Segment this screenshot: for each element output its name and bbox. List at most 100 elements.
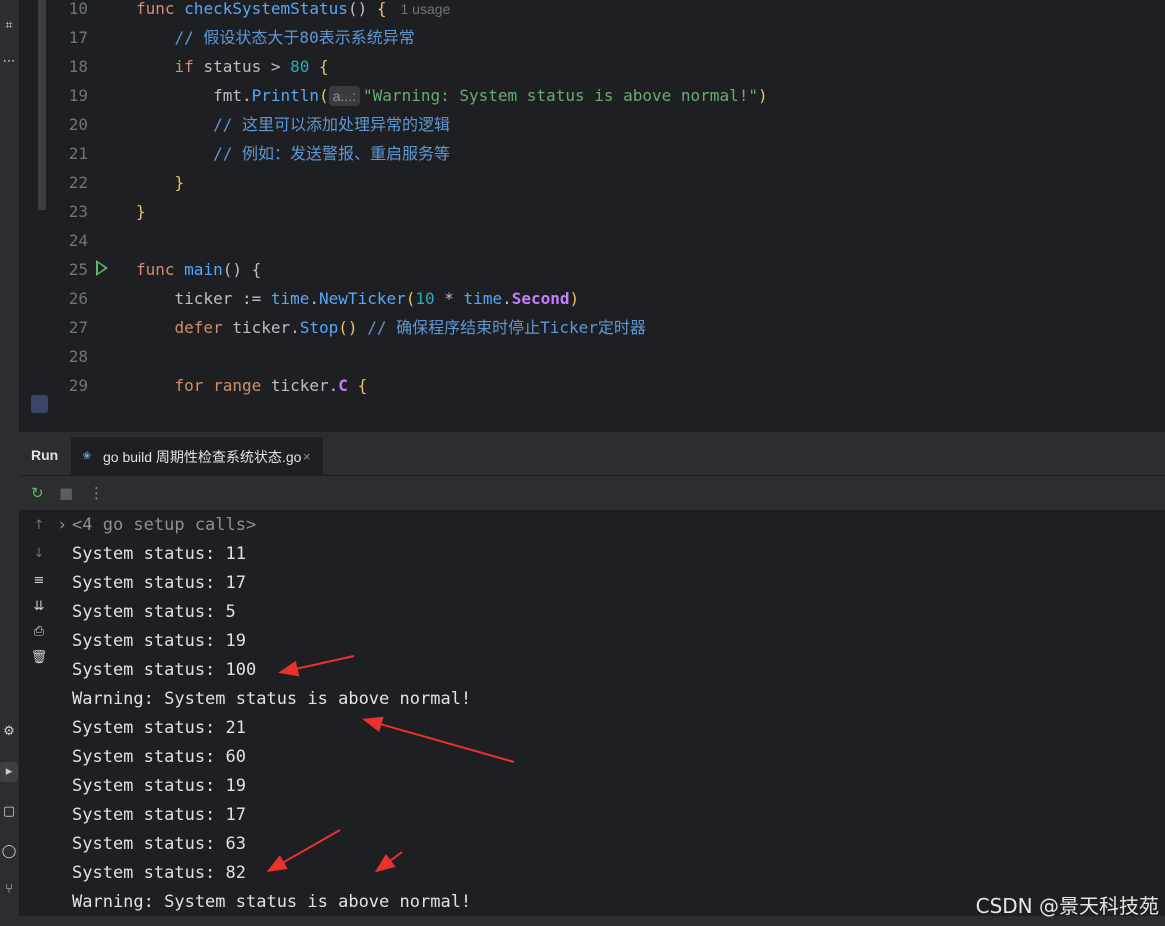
console-line: System status: 17 bbox=[72, 573, 246, 593]
git-icon[interactable]: ⑂ bbox=[0, 880, 18, 900]
more-icon[interactable]: ⋮ bbox=[89, 476, 104, 510]
structure-icon[interactable]: ⌗ bbox=[0, 16, 18, 36]
code-text: // 这里可以添加处理异常的逻辑 bbox=[136, 110, 450, 139]
code-text: } bbox=[136, 197, 146, 226]
code-token: status > bbox=[203, 57, 291, 76]
line-number[interactable]: 17 bbox=[48, 23, 88, 52]
console-line: System status: 5 bbox=[72, 602, 236, 622]
line-number[interactable]: 28 bbox=[48, 342, 88, 371]
line-number[interactable]: 22 bbox=[48, 168, 88, 197]
parameter-hint: a...: bbox=[328, 86, 361, 106]
code-text: ticker := time.NewTicker(10 * time.Secon… bbox=[136, 284, 580, 313]
code-token: 10 bbox=[415, 289, 435, 308]
code-token: checkSystemStatus bbox=[184, 0, 348, 18]
code-line[interactable]: 20 // 这里可以添加处理异常的逻辑 bbox=[48, 110, 1165, 139]
down-arrow-icon[interactable]: ↓ bbox=[29, 546, 49, 561]
caret-line-marker bbox=[31, 395, 48, 413]
editor-scrollbar[interactable] bbox=[38, 0, 46, 210]
activity-bar: ⌗ ⋯ ⚙ ▸ ▢ ◯ ⑂ bbox=[0, 0, 20, 926]
code-token: ( bbox=[319, 86, 329, 105]
code-token: ( bbox=[405, 289, 416, 308]
code-token: { bbox=[376, 0, 387, 18]
code-token: // 这里可以添加处理异常的逻辑 bbox=[136, 115, 450, 134]
code-line[interactable]: 28 bbox=[48, 342, 1165, 371]
console-line: System status: 21 bbox=[72, 718, 246, 738]
code-token: if bbox=[136, 57, 204, 76]
code-token: () bbox=[347, 0, 377, 18]
line-number[interactable]: 18 bbox=[48, 52, 88, 81]
console-line: Warning: System status is above normal! bbox=[72, 689, 472, 709]
rerun-icon[interactable]: ↻ bbox=[31, 476, 44, 510]
up-arrow-icon[interactable]: ↑ bbox=[29, 518, 49, 533]
console-line: System status: 100 bbox=[72, 660, 257, 680]
run-gutter-icon[interactable] bbox=[96, 260, 108, 276]
console-line: Warning: System status is above normal! bbox=[72, 892, 472, 912]
run-toolbar: ↻ ■ ⋮ bbox=[19, 476, 1165, 510]
code-token: time bbox=[463, 289, 503, 308]
code-token: * bbox=[434, 289, 464, 308]
code-line[interactable]: 17 // 假设状态大于80表示系统异常 bbox=[48, 23, 1165, 52]
print-icon[interactable]: ⎙ bbox=[29, 624, 49, 639]
code-token: ) bbox=[757, 86, 768, 105]
code-token: defer bbox=[136, 318, 233, 337]
line-number[interactable]: 27 bbox=[48, 313, 88, 342]
code-line[interactable]: 21 // 例如：发送警报、重启服务等 bbox=[48, 139, 1165, 168]
line-number[interactable]: 21 bbox=[48, 139, 88, 168]
code-line[interactable]: 29 for range ticker.C { bbox=[48, 371, 1165, 400]
line-number[interactable]: 23 bbox=[48, 197, 88, 226]
line-number[interactable]: 20 bbox=[48, 110, 88, 139]
stop-icon[interactable]: ■ bbox=[59, 476, 73, 510]
code-token: ticker := bbox=[136, 289, 271, 308]
terminal-icon[interactable]: ▢ bbox=[0, 802, 18, 822]
console-gutter: ↑ ↓ ≡ ⇊ ⎙ 🗑 bbox=[19, 510, 61, 926]
code-token: } bbox=[136, 173, 185, 192]
expand-chevron-icon[interactable]: › bbox=[57, 511, 67, 540]
code-line[interactable]: 26 ticker := time.NewTicker(10 * time.Se… bbox=[48, 284, 1165, 313]
soft-wrap-icon[interactable]: ≡ bbox=[29, 573, 49, 588]
watermark: CSDN @景天科技苑 bbox=[975, 894, 1159, 918]
code-line[interactable]: 18 if status > 80 { bbox=[48, 52, 1165, 81]
trash-icon[interactable]: 🗑 bbox=[29, 650, 49, 665]
run-config-tab[interactable]: ❀ go build 周期性检查系统状态.go × bbox=[71, 435, 323, 477]
code-token: 80 bbox=[290, 57, 310, 76]
code-line[interactable]: 25 func main() { bbox=[48, 255, 1165, 284]
line-number[interactable]: 26 bbox=[48, 284, 88, 313]
code-token: . bbox=[502, 289, 512, 308]
code-text: func main() { bbox=[136, 255, 261, 284]
usage-hint[interactable]: 1 usage bbox=[400, 1, 450, 17]
line-number[interactable]: 29 bbox=[48, 371, 88, 400]
go-gopher-icon: ❀ bbox=[83, 448, 91, 463]
scroll-to-end-icon[interactable]: ⇊ bbox=[29, 599, 49, 614]
console-line: System status: 63 bbox=[72, 834, 246, 854]
run-tool-title: Run bbox=[31, 447, 59, 463]
code-text: for range ticker.C { bbox=[136, 371, 368, 400]
code-line[interactable]: 10 func checkSystemStatus() {1 usage bbox=[48, 0, 1165, 23]
more-tools-icon[interactable]: ⋯ bbox=[0, 52, 18, 72]
code-line[interactable]: 23} bbox=[48, 197, 1165, 226]
console-line: System status: 82 bbox=[72, 863, 246, 883]
line-number[interactable]: 10 bbox=[48, 0, 88, 23]
console-line: System status: 19 bbox=[72, 631, 246, 651]
console-output[interactable]: ↑ ↓ ≡ ⇊ ⎙ 🗑 › <4 go setup calls> System … bbox=[19, 510, 1165, 926]
code-token: time bbox=[270, 289, 310, 308]
code-token: ) bbox=[569, 289, 580, 308]
code-token: . bbox=[309, 289, 320, 308]
line-number[interactable]: 19 bbox=[48, 81, 88, 110]
code-line[interactable]: 27 defer ticker.Stop() // 确保程序结束时停止Ticke… bbox=[48, 313, 1165, 342]
code-token: { bbox=[319, 57, 329, 76]
code-text: if status > 80 { bbox=[136, 52, 329, 81]
code-token: { bbox=[357, 376, 368, 395]
code-line[interactable]: 19 fmt.Println(a...: "Warning: System sta… bbox=[48, 81, 1165, 110]
setup-calls-fold[interactable]: <4 go setup calls> bbox=[72, 511, 256, 540]
code-text: func checkSystemStatus() {1 usage bbox=[136, 0, 450, 24]
line-number[interactable]: 25 bbox=[48, 255, 88, 284]
code-token: Println bbox=[251, 86, 320, 105]
code-line[interactable]: 24 bbox=[48, 226, 1165, 255]
problems-icon[interactable]: ◯ bbox=[0, 842, 18, 862]
close-tab-icon[interactable]: × bbox=[303, 437, 311, 477]
services-icon[interactable]: ⚙ bbox=[0, 722, 18, 742]
code-line[interactable]: 22 } bbox=[48, 168, 1165, 197]
run-tool-icon[interactable]: ▸ bbox=[0, 762, 18, 782]
line-number[interactable]: 24 bbox=[48, 226, 88, 255]
code-token: // 假设状态大于80表示系统异常 bbox=[136, 28, 415, 47]
